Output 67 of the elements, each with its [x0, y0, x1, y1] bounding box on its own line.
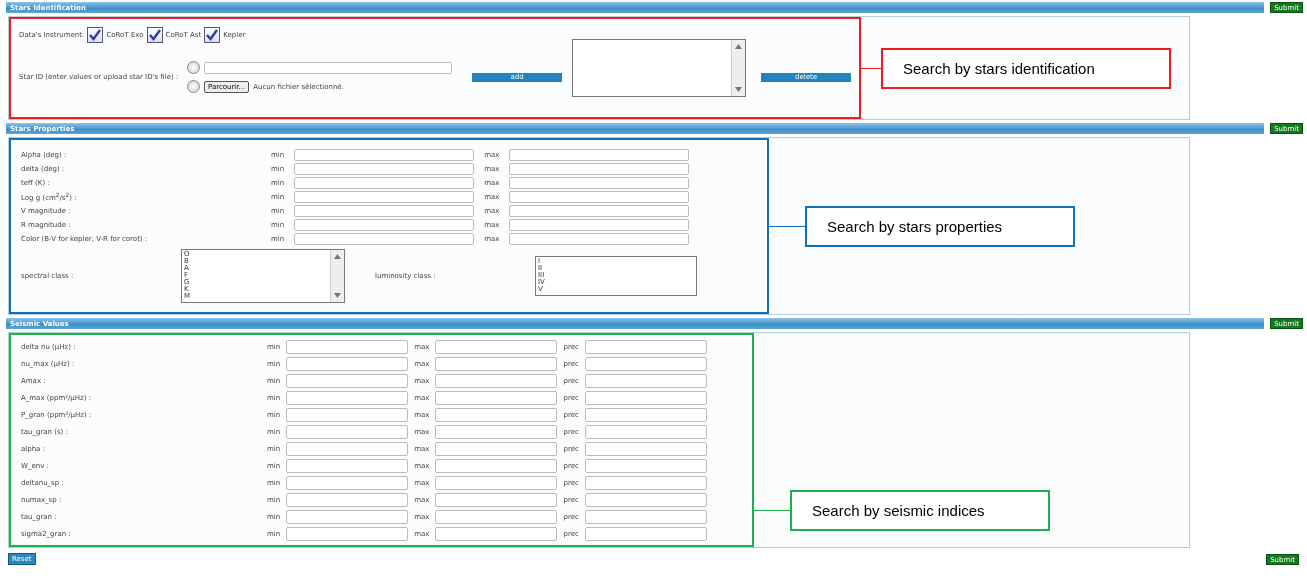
max-field[interactable] — [509, 233, 690, 245]
prec-field[interactable] — [584, 407, 707, 422]
max-field[interactable] — [435, 475, 558, 490]
max-field[interactable] — [435, 407, 558, 422]
prec-field[interactable] — [584, 356, 707, 371]
checkmark-icon — [206, 29, 219, 41]
star-id-field[interactable] — [204, 61, 452, 74]
min-field[interactable] — [294, 219, 475, 231]
max-field[interactable] — [509, 149, 690, 161]
min-field[interactable] — [294, 177, 475, 189]
prec-field[interactable] — [584, 441, 707, 456]
annotation-callout: Search by seismic indices — [790, 490, 1050, 531]
min-field[interactable] — [294, 205, 475, 217]
min-field[interactable] — [286, 526, 409, 541]
min-field[interactable] — [286, 390, 409, 405]
radio-button[interactable] — [187, 80, 200, 93]
max-field[interactable] — [509, 177, 690, 189]
min-field[interactable] — [294, 149, 475, 161]
max-field[interactable] — [509, 205, 690, 217]
checkbox[interactable] — [146, 27, 163, 43]
star-id-listbox[interactable] — [572, 39, 746, 97]
max-field[interactable] — [435, 441, 558, 456]
scroll-down-icon[interactable] — [735, 87, 742, 92]
min-field[interactable] — [286, 373, 409, 388]
prec-field[interactable] — [584, 526, 707, 541]
prec-field[interactable] — [584, 373, 707, 388]
max-field[interactable] — [435, 424, 558, 439]
checkbox[interactable] — [204, 27, 221, 43]
prec-field[interactable] — [584, 390, 707, 405]
min-field[interactable] — [286, 509, 409, 524]
min-field[interactable] — [286, 424, 409, 439]
checkmark-icon — [148, 29, 161, 41]
annotation-callout: Search by stars identification — [881, 47, 1171, 89]
min-field[interactable] — [286, 441, 409, 456]
prec-field[interactable] — [584, 339, 707, 354]
max-field[interactable] — [435, 492, 558, 507]
min-field[interactable] — [294, 191, 475, 203]
prec-field[interactable] — [584, 492, 707, 507]
min-field[interactable] — [286, 407, 409, 422]
checkmark-icon — [89, 29, 102, 41]
prec-field[interactable] — [584, 458, 707, 473]
max-field[interactable] — [435, 339, 558, 354]
scroll-down-icon[interactable] — [334, 293, 341, 298]
max-field[interactable] — [435, 526, 558, 541]
checkbox[interactable] — [87, 27, 104, 43]
min-field[interactable] — [294, 233, 475, 245]
max-field[interactable] — [509, 191, 690, 203]
max-field[interactable] — [435, 390, 558, 405]
min-field[interactable] — [286, 458, 409, 473]
scroll-up-icon[interactable] — [334, 254, 341, 259]
prec-field[interactable] — [584, 424, 707, 439]
min-field[interactable] — [286, 475, 409, 490]
max-field[interactable] — [509, 219, 690, 231]
prec-field[interactable] — [584, 509, 707, 524]
min-field[interactable] — [286, 492, 409, 507]
radio-button[interactable] — [187, 61, 200, 74]
scroll-up-icon[interactable] — [735, 44, 742, 49]
min-field[interactable] — [286, 356, 409, 371]
max-field[interactable] — [435, 458, 558, 473]
min-field[interactable] — [294, 163, 475, 175]
max-field[interactable] — [509, 163, 690, 175]
annotation-callout: Search by stars properties — [805, 205, 1075, 247]
max-field[interactable] — [435, 356, 558, 371]
max-field[interactable] — [435, 509, 558, 524]
min-field[interactable] — [286, 339, 409, 354]
prec-field[interactable] — [584, 475, 707, 490]
max-field[interactable] — [435, 373, 558, 388]
